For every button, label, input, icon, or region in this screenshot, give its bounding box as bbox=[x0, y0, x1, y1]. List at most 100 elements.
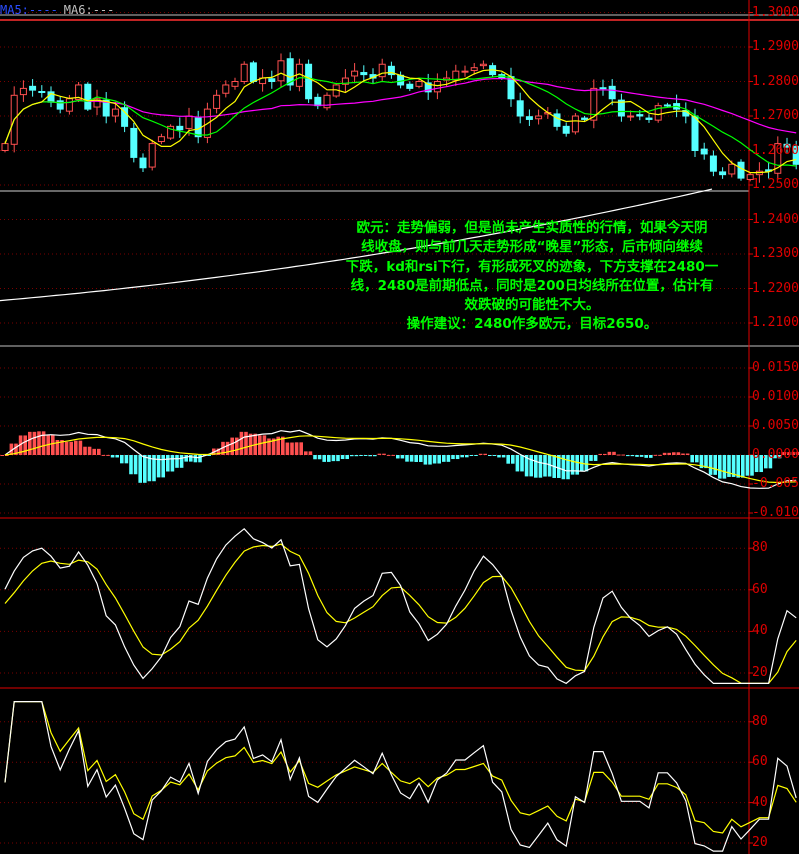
kd-k-line bbox=[4, 527, 797, 685]
macd-positive-bar bbox=[377, 453, 382, 455]
macd-negative-bar bbox=[129, 455, 133, 475]
macd-positive-bar bbox=[621, 454, 625, 456]
up-candle bbox=[1, 143, 9, 152]
macd-positive-bar bbox=[672, 452, 676, 455]
down-candle bbox=[553, 113, 561, 127]
down-candle bbox=[719, 171, 727, 176]
macd-positive-bar bbox=[83, 446, 87, 455]
macd-negative-bar bbox=[497, 455, 501, 458]
macd-negative-bar bbox=[156, 455, 161, 478]
macd-negative-bar bbox=[529, 455, 533, 477]
up-candle bbox=[240, 63, 248, 82]
macd-negative-bar bbox=[198, 455, 202, 463]
macd-positive-bar bbox=[64, 441, 69, 455]
macd-positive-bar bbox=[386, 454, 391, 456]
up-candle bbox=[627, 115, 635, 118]
macd-negative-bar bbox=[419, 455, 423, 462]
macd-positive-bar bbox=[612, 451, 616, 455]
macd-negative-bar bbox=[340, 455, 345, 460]
up-candle bbox=[323, 94, 331, 109]
macd-negative-bar bbox=[501, 455, 506, 458]
down-candle bbox=[525, 116, 533, 120]
macd-negative-bar bbox=[120, 455, 124, 464]
down-candle bbox=[139, 157, 147, 169]
up-candle bbox=[571, 115, 579, 133]
macd-negative-bar bbox=[635, 455, 639, 457]
macd-tick-label: 0.0000 bbox=[752, 447, 799, 462]
macd-negative-bar bbox=[161, 455, 165, 478]
macd-dea-line bbox=[4, 435, 797, 484]
down-candle bbox=[562, 125, 570, 134]
up-candle bbox=[470, 67, 478, 71]
macd-positive-bar bbox=[106, 454, 110, 456]
down-candle bbox=[268, 78, 276, 82]
rsi-tick-label: 40 bbox=[752, 794, 768, 810]
up-candle bbox=[19, 87, 27, 96]
macd-tick-label: 0.0050 bbox=[752, 418, 799, 433]
down-candle bbox=[360, 72, 368, 76]
rsi-tick-label: 60 bbox=[752, 754, 768, 770]
macd-negative-bar bbox=[423, 455, 428, 465]
macd-negative-bar bbox=[695, 455, 699, 463]
down-candle bbox=[397, 74, 405, 86]
macd-negative-bar bbox=[626, 455, 630, 457]
macd-negative-bar bbox=[368, 455, 372, 457]
macd-positive-bar bbox=[285, 442, 290, 455]
price-tick-label: 1.2600 bbox=[752, 142, 799, 158]
up-candle bbox=[148, 143, 156, 168]
macd-negative-bar bbox=[133, 455, 138, 475]
macd-negative-bar bbox=[396, 455, 400, 459]
down-candle bbox=[516, 100, 524, 117]
macd-positive-bar bbox=[483, 453, 487, 455]
macd-positive-bar bbox=[225, 441, 230, 455]
macd-positive-bar bbox=[685, 453, 690, 455]
up-candle bbox=[728, 163, 736, 175]
macd-positive-bar bbox=[262, 435, 267, 455]
down-candle bbox=[406, 83, 414, 89]
macd-positive-bar bbox=[28, 431, 32, 455]
macd-negative-bar bbox=[428, 455, 432, 465]
chart-canvas bbox=[0, 0, 799, 854]
macd-positive-bar bbox=[676, 452, 681, 455]
macd-negative-bar bbox=[345, 455, 349, 460]
down-candle bbox=[38, 91, 46, 94]
macd-positive-bar bbox=[230, 437, 234, 455]
macd-negative-bar bbox=[575, 455, 579, 475]
price-tick-label: 1.2900 bbox=[752, 39, 799, 54]
macd-negative-bar bbox=[649, 455, 653, 458]
macd-negative-bar bbox=[506, 455, 510, 464]
macd-negative-bar bbox=[354, 455, 359, 457]
macd-positive-bar bbox=[239, 431, 244, 455]
annotation-line: 线，2480是前期低点，同时是200日均线所在位置，估计有 bbox=[350, 277, 714, 294]
macd-negative-bar bbox=[322, 455, 326, 462]
down-candle bbox=[305, 63, 313, 100]
macd-negative-bar bbox=[124, 455, 129, 464]
macd-negative-bar bbox=[469, 455, 474, 456]
macd-negative-bar bbox=[644, 455, 648, 458]
macd-negative-bar bbox=[317, 455, 322, 460]
macd-negative-bar bbox=[718, 455, 722, 479]
macd-negative-bar bbox=[566, 455, 570, 480]
macd-negative-bar bbox=[639, 455, 644, 457]
macd-positive-bar bbox=[78, 440, 83, 455]
ma6-label: MA6:--- bbox=[63, 3, 115, 17]
rsi-tick-label: 20 bbox=[752, 835, 768, 850]
down-candle bbox=[56, 100, 64, 110]
macd-negative-bar bbox=[442, 455, 446, 462]
macd-negative-bar bbox=[175, 455, 179, 468]
up-candle bbox=[535, 115, 543, 120]
macd-negative-bar bbox=[414, 455, 418, 462]
annotation-line: 效跌破的可能性不大。 bbox=[464, 297, 600, 314]
macd-negative-bar bbox=[474, 455, 478, 456]
macd-negative-bar bbox=[138, 455, 142, 483]
macd-negative-bar bbox=[745, 455, 750, 476]
macd-positive-bar bbox=[248, 433, 253, 455]
macd-negative-bar bbox=[400, 455, 405, 459]
macd-negative-bar bbox=[630, 455, 635, 457]
macd-negative-bar bbox=[184, 455, 188, 462]
macd-positive-bar bbox=[299, 442, 303, 455]
macd-positive-bar bbox=[69, 441, 73, 455]
macd-positive-bar bbox=[0, 455, 4, 456]
macd-negative-bar bbox=[331, 455, 336, 462]
rsi-fast-line bbox=[4, 700, 797, 852]
